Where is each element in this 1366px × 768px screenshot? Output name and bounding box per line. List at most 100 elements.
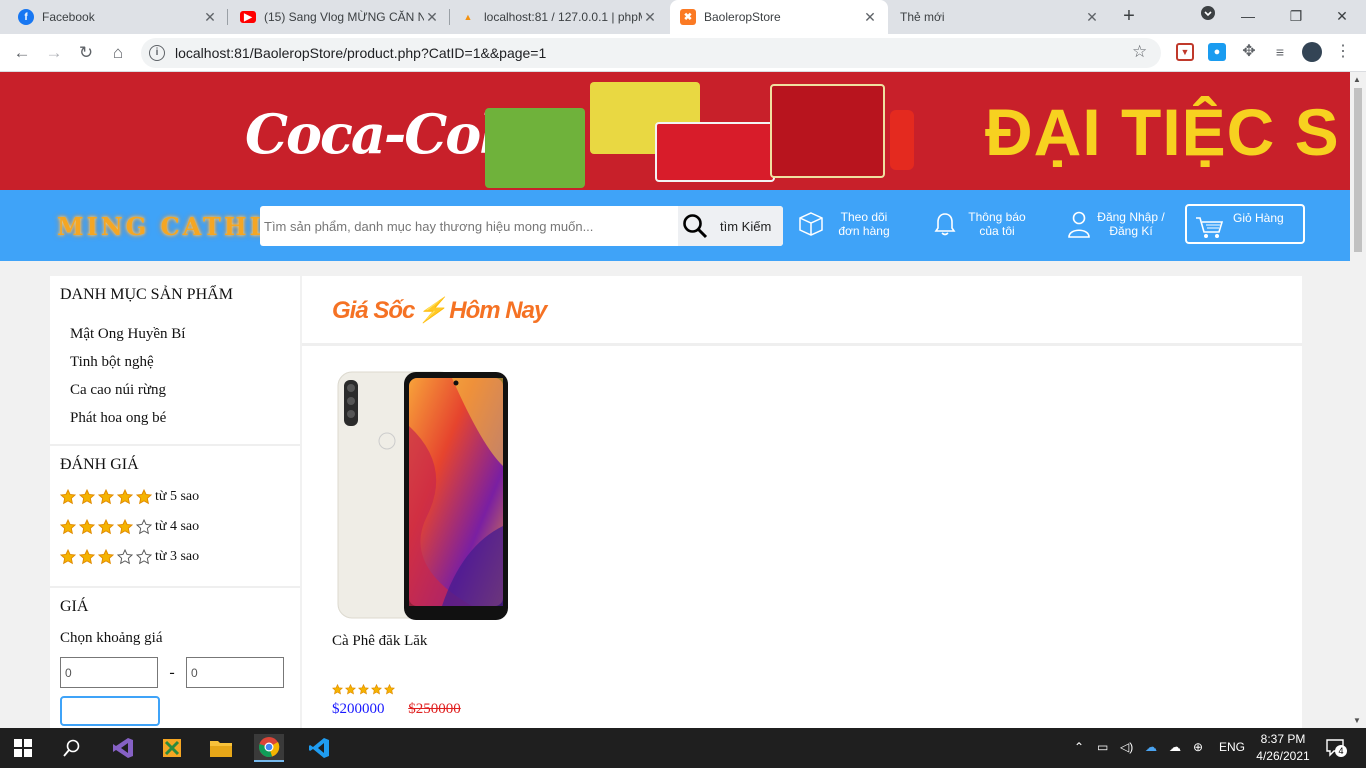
chrome-taskbar-icon[interactable] — [254, 734, 284, 762]
notification-count: 4 — [1335, 745, 1347, 757]
star-filled-icon — [79, 549, 95, 565]
scroll-down-icon[interactable]: ▼ — [1353, 716, 1361, 725]
product-name[interactable]: Cà Phê đăk Lăk — [332, 633, 512, 650]
file-explorer-icon[interactable] — [206, 734, 236, 762]
extensions-puzzle-icon[interactable]: ✥ — [1240, 43, 1258, 61]
product-price: $200000 — [332, 701, 385, 717]
star-filled-icon — [371, 684, 382, 695]
banner-slogan: ĐẠI TIỆC S — [985, 95, 1340, 169]
extension-shield-icon[interactable]: ▼ — [1176, 43, 1194, 61]
category-item[interactable]: Phát hoa ong bé — [60, 404, 290, 432]
rating-filter-5[interactable]: từ 5 sao — [60, 482, 290, 512]
back-icon[interactable]: ← — [10, 41, 34, 65]
web-page: Coca-Cola ĐẠI TIỆC S MING CATHLUS tìm Ki… — [0, 72, 1350, 728]
forward-icon[interactable]: → — [42, 41, 66, 65]
track-order-label: Theo dõi đơn hàng — [838, 210, 890, 238]
site-info-icon[interactable]: i — [149, 45, 165, 61]
price-min-input[interactable] — [60, 657, 158, 688]
close-tab-icon[interactable]: ✕ — [862, 9, 878, 26]
input-language[interactable]: ENG — [1219, 740, 1245, 754]
xampp-taskbar-icon[interactable] — [157, 734, 187, 762]
page-scrollbar[interactable]: ▲ ▼ — [1350, 72, 1366, 728]
filter-sidebar: DANH MỤC SẢN PHẨM Mật Ong Huyền Bí Tinh … — [50, 276, 300, 728]
home-icon[interactable]: ⌂ — [106, 41, 130, 65]
rating-filter-4[interactable]: từ 4 sao — [60, 512, 290, 542]
product-card[interactable]: Cà Phê đăk Lăk $200000 $250000 — [332, 366, 512, 718]
tray-expand-icon[interactable]: ⌃ — [1074, 740, 1084, 754]
star-filled-icon — [384, 684, 395, 695]
vscode-icon[interactable] — [304, 734, 334, 762]
tray-network-icon[interactable]: ▭ — [1097, 740, 1108, 754]
url-text[interactable]: localhost:81/BaoleropStore/product.php?C… — [175, 45, 546, 61]
price-max-input[interactable] — [186, 657, 284, 688]
user-icon — [1068, 211, 1090, 238]
star-filled-icon — [345, 684, 356, 695]
address-bar[interactable]: i localhost:81/BaoleropStore/product.php… — [141, 38, 1161, 68]
star-empty-icon — [136, 519, 152, 535]
notifications-link[interactable]: Thông báo của tôi — [933, 210, 1037, 238]
cart-button[interactable]: Giỏ Hàng — [1185, 204, 1305, 244]
tab-title: localhost:81 / 127.0.0.1 | phpM — [484, 10, 642, 24]
track-order-link[interactable]: Theo dõi đơn hàng — [798, 210, 904, 238]
star-rating — [60, 489, 155, 505]
tab-facebook[interactable]: f Facebook ✕ — [8, 0, 228, 34]
new-tab-button[interactable]: + — [1118, 5, 1140, 27]
system-clock[interactable]: 8:37 PM 4/26/2021 — [1253, 731, 1313, 765]
rating-label: từ 5 sao — [155, 489, 200, 504]
rating-heading: ĐÁNH GIÁ — [60, 456, 139, 473]
tab-youtube[interactable]: ▶ (15) Sang Vlog MỪNG CĂN N ✕ — [230, 0, 450, 34]
tray-cloud-alert-icon[interactable]: ☁ — [1169, 740, 1181, 754]
media-control-icon[interactable]: ≡ — [1271, 43, 1289, 61]
close-tab-icon[interactable]: ✕ — [202, 9, 218, 26]
tray-volume-icon[interactable]: ◁) — [1120, 740, 1133, 754]
category-item[interactable]: Tinh bột nghệ — [60, 348, 290, 376]
search-input[interactable] — [260, 206, 678, 246]
product-pack-image — [485, 108, 585, 188]
chrome-menu-icon[interactable]: ⋮ — [1334, 43, 1352, 61]
tab-search-icon[interactable] — [1194, 4, 1222, 28]
minimize-icon[interactable]: — — [1234, 4, 1262, 28]
globe-icon[interactable]: ⊕ — [1193, 740, 1203, 754]
shopping-cart-icon — [1196, 217, 1223, 238]
tab-new[interactable]: Thẻ mới ✕ — [890, 0, 1110, 34]
search-button[interactable]: tìm Kiếm — [678, 206, 783, 246]
maximize-icon[interactable]: ❐ — [1282, 4, 1310, 28]
tab-title: Facebook — [42, 10, 95, 24]
search-button-label: tìm Kiếm — [720, 218, 772, 234]
promo-banner[interactable]: Coca-Cola ĐẠI TIỆC S — [0, 72, 1350, 190]
product-can-image — [890, 110, 914, 170]
rating-filter-3[interactable]: từ 3 sao — [60, 542, 290, 572]
bookmark-star-icon[interactable]: ☆ — [1132, 42, 1148, 61]
visual-studio-icon[interactable] — [108, 734, 138, 762]
tab-phpmyadmin[interactable]: ▲ localhost:81 / 127.0.0.1 | phpM ✕ — [450, 0, 668, 34]
close-tab-icon[interactable]: ✕ — [424, 9, 440, 26]
profile-avatar[interactable] — [1302, 42, 1322, 62]
scrollbar-thumb[interactable] — [1354, 88, 1362, 252]
action-center-icon[interactable]: 4 — [1325, 737, 1347, 760]
star-filled-icon — [117, 489, 133, 505]
title-part-2: Hôm Nay — [449, 296, 547, 324]
star-filled-icon — [79, 489, 95, 505]
star-filled-icon — [98, 489, 114, 505]
onedrive-icon[interactable]: ☁ — [1145, 740, 1157, 754]
price-apply-button[interactable] — [60, 696, 160, 726]
login-register-link[interactable]: Đăng Nhập / Đăng Kí — [1067, 210, 1171, 238]
category-item[interactable]: Mật Ong Huyền Bí — [60, 320, 290, 348]
tab-baoleropstore[interactable]: ✖ BaoleropStore ✕ — [670, 0, 888, 34]
close-window-icon[interactable]: ✕ — [1328, 4, 1356, 28]
scroll-up-icon[interactable]: ▲ — [1353, 75, 1361, 84]
close-tab-icon[interactable]: ✕ — [1084, 9, 1100, 26]
product-image[interactable] — [332, 366, 512, 621]
login-register-label: Đăng Nhập / Đăng Kí — [1097, 210, 1165, 238]
star-filled-icon — [332, 684, 343, 695]
category-item[interactable]: Ca cao núi rừng — [60, 376, 290, 404]
product-pack-image — [655, 122, 775, 182]
notifications-label: Thông báo của tôi — [968, 210, 1026, 238]
windows-start-icon[interactable] — [8, 734, 38, 762]
star-filled-icon — [117, 519, 133, 535]
extension-drop-icon[interactable]: ● — [1208, 43, 1226, 61]
taskbar-search-icon[interactable] — [57, 734, 87, 762]
close-tab-icon[interactable]: ✕ — [642, 9, 658, 26]
reload-icon[interactable]: ↻ — [74, 41, 98, 65]
clock-time: 8:37 PM — [1260, 732, 1306, 746]
